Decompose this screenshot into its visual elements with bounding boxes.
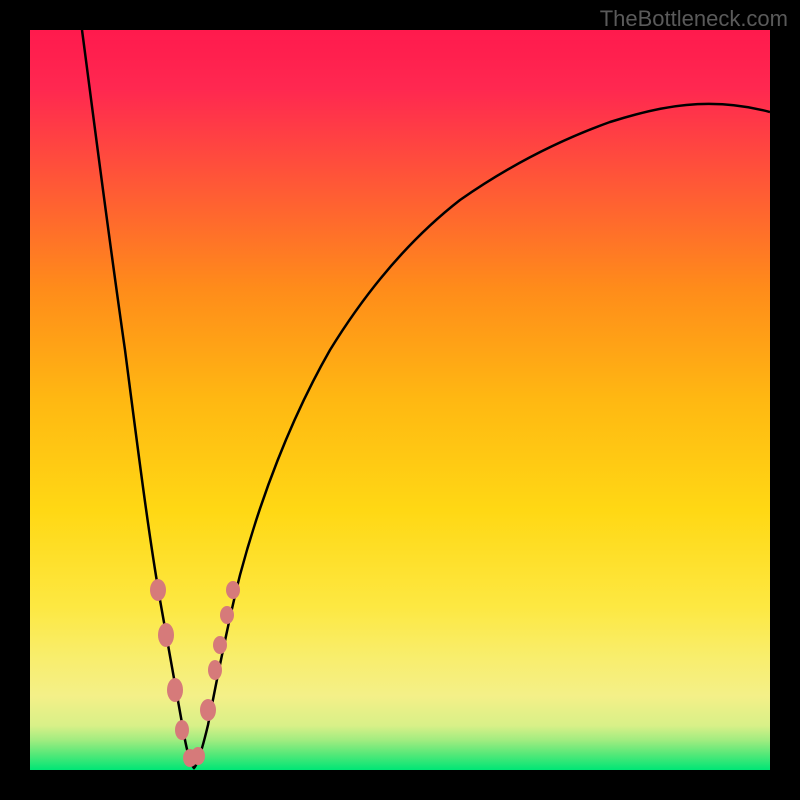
marker-points xyxy=(150,579,240,767)
marker-point xyxy=(226,581,240,599)
plot-area xyxy=(30,30,770,770)
marker-point xyxy=(220,606,234,624)
marker-point xyxy=(191,747,205,765)
marker-point xyxy=(158,623,174,647)
marker-point xyxy=(167,678,183,702)
marker-point xyxy=(175,720,189,740)
marker-point xyxy=(213,636,227,654)
bottleneck-curve-svg xyxy=(30,30,770,770)
watermark-text: TheBottleneck.com xyxy=(600,6,788,32)
marker-point xyxy=(200,699,216,721)
marker-point xyxy=(208,660,222,680)
marker-point xyxy=(150,579,166,601)
chart-frame: TheBottleneck.com xyxy=(0,0,800,800)
bottleneck-curve-path xyxy=(82,30,770,768)
